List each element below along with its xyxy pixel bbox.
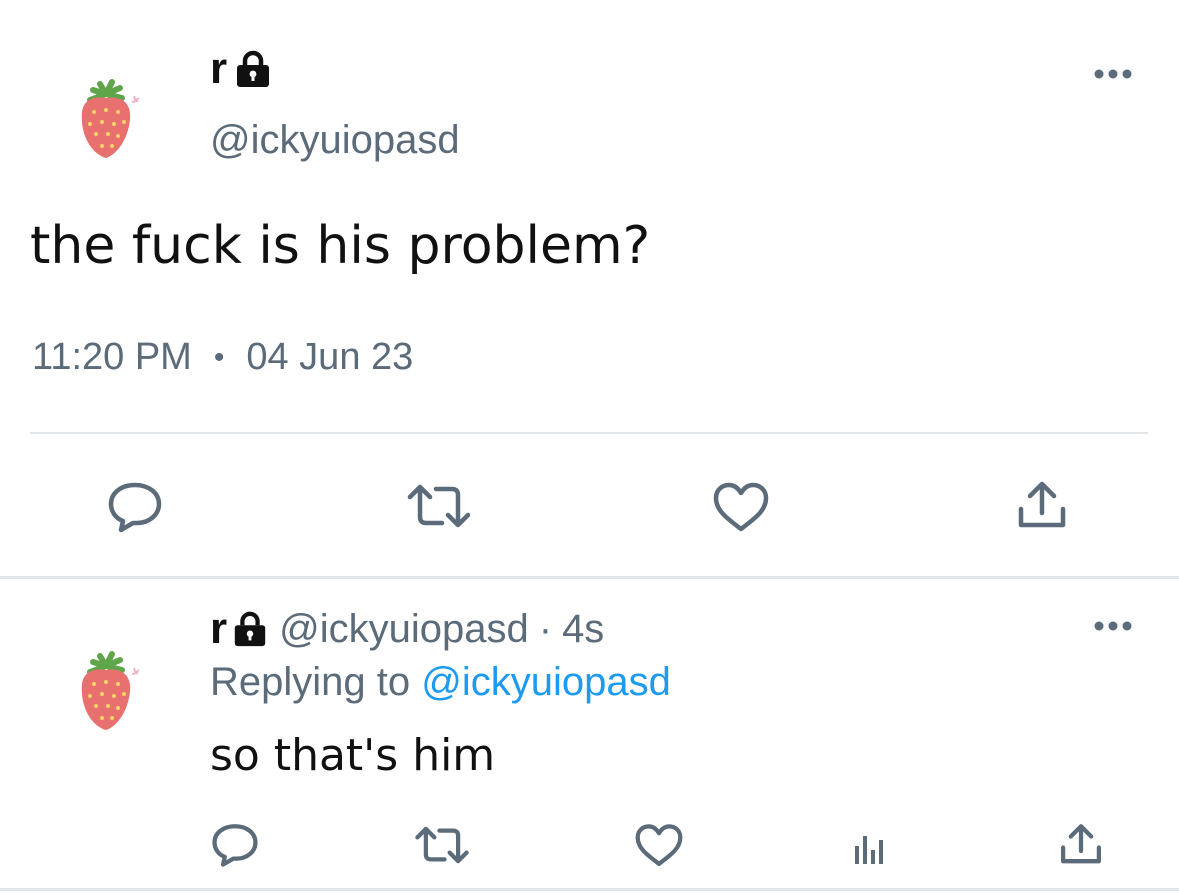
tweet-date[interactable]: 04 Jun 23 [246, 336, 413, 379]
display-name[interactable]: r [210, 44, 273, 94]
tweet-time[interactable]: 11:20 PM [32, 336, 192, 379]
reply-retweet-button[interactable] [412, 820, 472, 870]
section-divider [0, 576, 1179, 579]
reply-icon [108, 482, 162, 533]
reply-header: r @ickyuiopasd · 4s [210, 604, 604, 654]
retweet-button[interactable] [404, 478, 474, 534]
reply-display-name[interactable]: r [210, 604, 269, 654]
handle[interactable]: @ickyuiopasd [210, 118, 460, 163]
lock-icon [233, 49, 273, 89]
heart-icon [635, 824, 683, 867]
tweet-text: the fuck is his problem? [30, 216, 651, 276]
reply-separator: · [538, 606, 553, 651]
tweet-meta: 11:20 PM • 04 Jun 23 [32, 336, 413, 379]
reply-button[interactable] [104, 478, 166, 536]
share-icon [1060, 824, 1102, 864]
display-name-text: r [210, 44, 228, 93]
meta-separator: • [213, 340, 225, 374]
more-icon[interactable] [1090, 62, 1136, 86]
reply-text: so that's him [210, 730, 496, 781]
reply-more-icon[interactable] [1090, 614, 1136, 638]
retweet-icon [415, 826, 469, 864]
strawberry-avatar-icon [81, 651, 140, 730]
replying-to-link[interactable]: @ickyuiopasd [421, 660, 671, 704]
like-button[interactable] [710, 480, 772, 536]
reply-age[interactable]: 4s [562, 607, 604, 652]
lock-icon [231, 610, 269, 648]
heart-icon [713, 482, 769, 532]
reply-like-button[interactable] [632, 822, 686, 870]
replying-prefix: Replying to [210, 660, 411, 704]
share-button[interactable] [1014, 478, 1070, 534]
reply-share-button[interactable] [1056, 820, 1106, 870]
reply-display-name-text: r [210, 604, 228, 653]
reply-reply-button[interactable] [208, 820, 262, 870]
reply-handle[interactable]: @ickyuiopasd [279, 607, 529, 652]
reply-avatar[interactable] [60, 644, 170, 754]
bottom-divider [0, 888, 1179, 891]
analytics-icon [855, 836, 883, 864]
strawberry-avatar-icon [81, 79, 140, 158]
share-icon [1018, 481, 1066, 528]
divider [30, 432, 1148, 434]
avatar[interactable] [60, 72, 170, 182]
reply-icon [212, 824, 258, 867]
retweet-icon [407, 484, 471, 528]
analytics-button[interactable] [846, 824, 892, 868]
replying-to: Replying to @ickyuiopasd [210, 660, 671, 705]
